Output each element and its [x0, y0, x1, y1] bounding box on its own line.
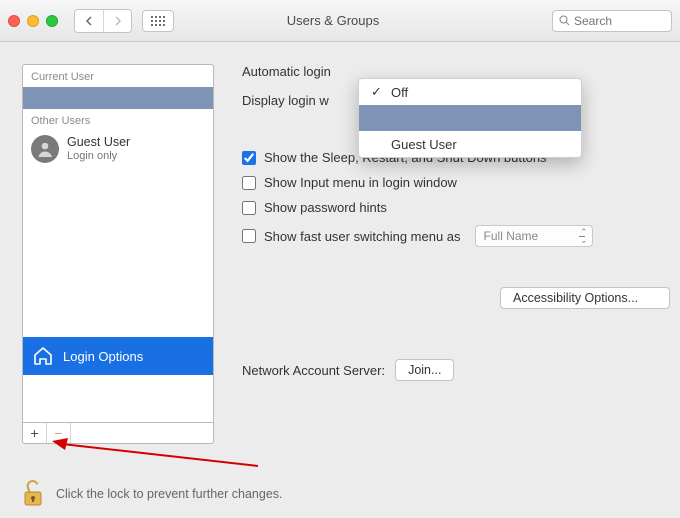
sidebar-footer-spacer: [71, 423, 213, 443]
zoom-icon[interactable]: [46, 15, 58, 27]
sidebar-footer: + −: [22, 422, 214, 444]
cb-input-label: Show Input menu in login window: [264, 175, 457, 190]
cb-sleep[interactable]: [242, 151, 256, 165]
check-icon: ✓: [371, 84, 383, 100]
cb-hints[interactable]: [242, 201, 256, 215]
sidebar: Current User Other Users Guest User Logi…: [22, 64, 214, 518]
auto-login-label: Automatic login: [242, 64, 331, 79]
fast-switch-value: Full Name: [484, 229, 539, 243]
fast-switch-select[interactable]: Full Name ⌃⌄: [475, 225, 593, 247]
close-icon[interactable]: [8, 15, 20, 27]
cb-fast-row[interactable]: Show fast user switching menu as Full Na…: [242, 225, 670, 247]
login-options-label: Login Options: [63, 349, 143, 364]
window-title: Users & Groups: [120, 13, 546, 28]
cb-hints-row[interactable]: Show password hints: [242, 200, 670, 215]
user-sub: Login only: [67, 150, 130, 163]
search-field[interactable]: [552, 10, 672, 32]
user-row-guest[interactable]: Guest User Login only: [23, 131, 213, 167]
auto-login-row: Automatic login: [242, 64, 670, 79]
cb-fast-label: Show fast user switching menu as: [264, 229, 461, 244]
chevron-updown-icon: ⌃⌄: [580, 228, 588, 244]
cb-input[interactable]: [242, 176, 256, 190]
accessibility-row: Accessibility Options...: [242, 287, 670, 309]
current-user-label: Current User: [23, 65, 213, 87]
dropdown-opt-highlight[interactable]: [359, 105, 581, 131]
dropdown-opt-off-label: Off: [391, 85, 408, 100]
user-meta: Guest User Login only: [67, 135, 130, 162]
network-row: Network Account Server: Join...: [242, 359, 670, 381]
search-input[interactable]: [574, 14, 654, 28]
cb-input-row[interactable]: Show Input menu in login window: [242, 175, 670, 190]
add-user-button[interactable]: +: [23, 423, 47, 443]
avatar-icon: [31, 135, 59, 163]
lock-open-icon[interactable]: [22, 480, 44, 508]
minimize-icon[interactable]: [27, 15, 39, 27]
prefs-window: Users & Groups Current User Other Users …: [0, 0, 680, 518]
cb-fast[interactable]: [242, 229, 256, 243]
cb-hints-label: Show password hints: [264, 200, 387, 215]
lock-row: Click the lock to prevent further change…: [22, 480, 283, 508]
dropdown-opt-guest-label: Guest User: [391, 137, 457, 152]
display-login-label: Display login w: [242, 93, 329, 108]
traffic-lights: [8, 15, 58, 27]
house-icon: [33, 347, 53, 365]
remove-user-button[interactable]: −: [47, 423, 71, 443]
user-list: Current User Other Users Guest User Logi…: [22, 64, 214, 422]
current-user-row[interactable]: [23, 87, 213, 109]
accessibility-button[interactable]: Accessibility Options...: [500, 287, 670, 309]
back-button[interactable]: [75, 10, 103, 32]
user-name: Guest User: [67, 135, 130, 149]
lock-text: Click the lock to prevent further change…: [56, 487, 283, 501]
search-icon: [559, 15, 570, 26]
network-label: Network Account Server:: [242, 363, 385, 378]
dropdown-opt-guest[interactable]: Guest User: [359, 131, 581, 157]
dropdown-opt-off[interactable]: ✓ Off: [359, 79, 581, 105]
auto-login-dropdown[interactable]: ✓ Off Guest User: [358, 78, 582, 158]
other-users-label: Other Users: [23, 109, 213, 131]
titlebar: Users & Groups: [0, 0, 680, 42]
chevron-left-icon: [85, 16, 94, 26]
join-button[interactable]: Join...: [395, 359, 454, 381]
sidebar-item-login-options[interactable]: Login Options: [23, 337, 213, 375]
